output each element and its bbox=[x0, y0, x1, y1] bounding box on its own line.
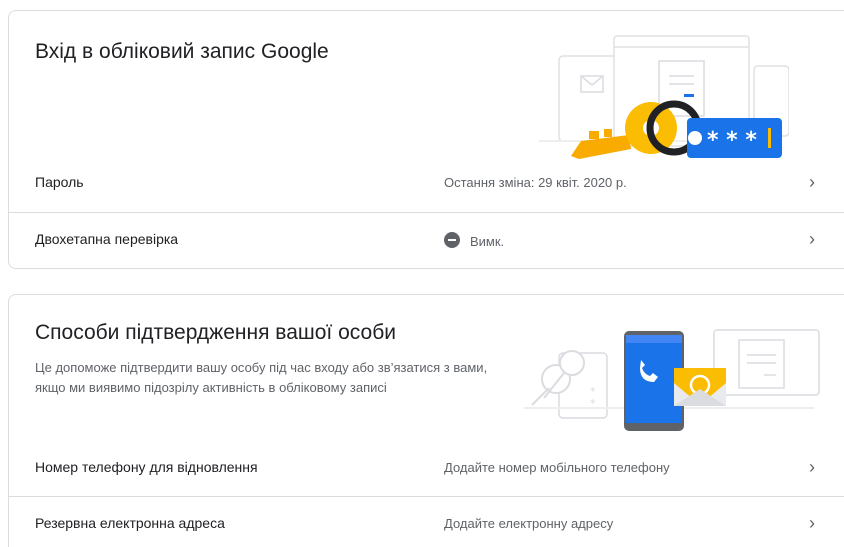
verify-card-description: Це допоможе підтвердити вашу особу під ч… bbox=[35, 360, 488, 395]
recovery-phone-label: Номер телефону для відновлення bbox=[35, 459, 258, 475]
signin-card: Вхід в обліковий запис Google * * * Паро… bbox=[8, 10, 844, 269]
chevron-right-icon: › bbox=[809, 229, 815, 249]
verify-card-title: Способи підтвердження вашої особи bbox=[35, 321, 396, 344]
two-step-verification-label: Двохетапна перевірка bbox=[35, 231, 179, 247]
two-step-verification-row[interactable]: Двохетапна перевірка Вимк. › bbox=[9, 212, 844, 268]
svg-text:* * *: * * * bbox=[707, 128, 757, 153]
chevron-right-icon: › bbox=[809, 172, 815, 192]
minus-circle-icon bbox=[444, 232, 460, 251]
password-row[interactable]: Пароль Остання зміна: 29 квіт. 2020 р. › bbox=[9, 156, 844, 212]
recovery-phone-value-text: Додайте номер мобільного телефону bbox=[444, 460, 670, 475]
two-step-verification-status-text: Вимк. bbox=[470, 234, 505, 249]
password-last-changed: Остання зміна: 29 квіт. 2020 р. bbox=[444, 175, 627, 190]
chevron-right-icon: › bbox=[809, 513, 815, 533]
recovery-email-value-text: Додайте електронну адресу bbox=[444, 516, 614, 531]
password-label: Пароль bbox=[35, 174, 84, 190]
recovery-phone-value: Додайте номер мобільного телефону bbox=[444, 460, 670, 475]
recovery-email-value: Додайте електронну адресу bbox=[444, 516, 613, 531]
verify-illustration: * * bbox=[524, 329, 820, 431]
recovery-phone-row[interactable]: Номер телефону для відновлення Додайте н… bbox=[9, 441, 844, 497]
verify-card: Способи підтвердження вашої особи Це доп… bbox=[8, 294, 844, 547]
password-last-changed-text: Остання зміна: 29 квіт. 2020 р. bbox=[444, 175, 627, 190]
two-step-verification-status: Вимк. bbox=[444, 232, 504, 251]
recovery-email-row[interactable]: Резервна електронна адреса Додайте елект… bbox=[9, 496, 844, 547]
recovery-email-label: Резервна електронна адреса bbox=[35, 515, 225, 531]
signin-card-title: Вхід в обліковий запис Google bbox=[35, 40, 329, 63]
chevron-right-icon: › bbox=[809, 457, 815, 477]
signin-illustration: * * * bbox=[539, 35, 789, 159]
